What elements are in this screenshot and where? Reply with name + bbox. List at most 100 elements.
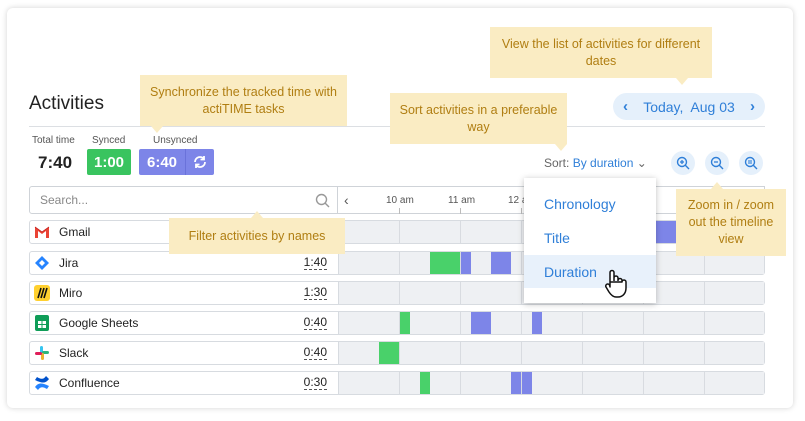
timeline-gridline [643,342,644,364]
tooltip-pointer [555,144,567,151]
activity-duration[interactable]: 0:40 [303,316,327,330]
row-divider [338,341,339,365]
activity-duration[interactable]: 1:30 [303,286,327,300]
activity-name-cell: Confluence [34,371,120,395]
sort-tooltip: Sort activities in a preferable way [390,93,567,144]
sort-prefix: Sort: [544,156,570,170]
synced-time-block[interactable] [379,342,399,364]
activity-name-cell: Gmail [34,220,90,244]
timeline-gridline [521,221,522,243]
unsynced-time-block[interactable] [511,372,521,394]
synced-time-block[interactable] [430,252,460,274]
zoom-out-icon [710,156,724,170]
timeline-prev-icon[interactable]: ‹ [344,192,349,208]
timeline-gridline [643,312,644,334]
jira-icon [34,255,50,271]
timeline-gridline [399,252,400,274]
tooltip-pointer [251,211,263,218]
sync-button[interactable] [185,149,214,175]
timeline-gridline [643,372,644,394]
gmail-icon [34,224,50,240]
timeline-gridline [582,312,583,334]
sort-dropdown: Chronology Title Duration [524,178,656,303]
unsynced-time-block[interactable] [461,252,471,274]
zoom-out-button[interactable] [705,151,729,175]
sort-option-duration[interactable]: Duration [524,255,656,288]
timeline-gridline [460,221,461,243]
search-field[interactable]: Search... [29,186,338,214]
activity-timeline [339,372,764,394]
sort-control[interactable]: Sort: By duration ⌄ [544,156,647,170]
unsynced-box: 6:40 [139,149,214,175]
timeline-gridline [399,342,400,364]
total-time-value: 7:40 [38,153,73,172]
sort-option-chronology[interactable]: Chronology [524,187,656,220]
sort-value[interactable]: By duration [573,156,634,170]
timeline-gridline [460,282,461,304]
activity-duration-cell: 1:40 [287,251,327,275]
timeline-gridline [704,342,705,364]
sync-tooltip: Synchronize the tracked time with actiTI… [140,75,347,126]
activity-name: Gmail [59,225,91,239]
dates-tooltip: View the list of activities for differen… [490,27,712,78]
synced-time-block[interactable] [420,372,430,394]
zoom-tooltip: Zoom in / zoom out the timeline view [676,189,786,256]
zoom-reset-button[interactable] [739,151,763,175]
row-divider [338,311,339,335]
date-label[interactable]: Today, Aug 03 [643,99,735,115]
activity-duration[interactable]: 0:40 [303,346,327,360]
timeline-gridline [582,342,583,364]
row-divider [338,251,339,275]
sync-icon [194,156,206,168]
activity-duration-cell: 1:30 [287,281,327,305]
total-time-label: Total time [32,135,75,146]
activity-name-cell: Miro [34,281,82,305]
activity-name: Slack [59,346,89,360]
zoom-in-icon [676,156,690,170]
timeline-gridline [460,342,461,364]
google-sheets-icon [34,315,50,331]
activity-duration-cell: 0:40 [287,341,327,365]
tooltip-pointer [711,182,723,189]
date-navigator: ‹ Today, Aug 03 › [613,93,765,120]
activity-name: Jira [59,256,79,270]
timeline-gridline [399,372,400,394]
unsynced-time-block[interactable] [532,312,542,334]
tooltip-pointer [151,126,163,133]
filter-tooltip: Filter activities by names [169,218,345,254]
synced-time-block[interactable] [400,312,410,334]
chevron-down-icon: ⌄ [636,156,647,170]
tooltip-pointer [676,78,688,85]
chevron-right-icon[interactable]: › [750,98,755,115]
timeline-gridline [399,282,400,304]
unsynced-time-block[interactable] [471,312,491,334]
tick-mark [521,208,522,214]
zoom-in-button[interactable] [671,151,695,175]
unsynced-label: Unsynced [153,135,198,146]
unsynced-time-block[interactable] [656,221,676,243]
activity-name-cell: Jira [34,251,78,275]
activity-name-cell: Slack [34,341,88,365]
unsynced-value: 6:40 [146,153,178,171]
tick-mark [399,208,400,214]
miro-icon [34,285,50,301]
zoom-fit-icon [744,156,758,170]
timeline-gridline [460,372,461,394]
activity-duration-cell: 0:30 [287,371,327,395]
hand-cursor-icon [603,268,629,305]
tick-label: 10 am [386,195,414,206]
timeline-gridline [704,312,705,334]
chevron-left-icon[interactable]: ‹ [623,98,628,115]
sort-option-title[interactable]: Title [524,221,656,254]
unsynced-time-block[interactable] [522,372,532,394]
page-title: Activities [29,93,104,114]
activity-timeline [339,342,764,364]
activity-name-cell: Google Sheets [34,311,138,335]
search-input[interactable]: Search... [40,193,307,207]
activity-duration[interactable]: 0:30 [303,376,327,390]
unsynced-time-block[interactable] [491,252,511,274]
timeline-gridline [460,312,461,334]
timeline-gridline [704,282,705,304]
timeline-gridline [521,312,522,334]
activity-duration[interactable]: 1:40 [303,256,327,270]
